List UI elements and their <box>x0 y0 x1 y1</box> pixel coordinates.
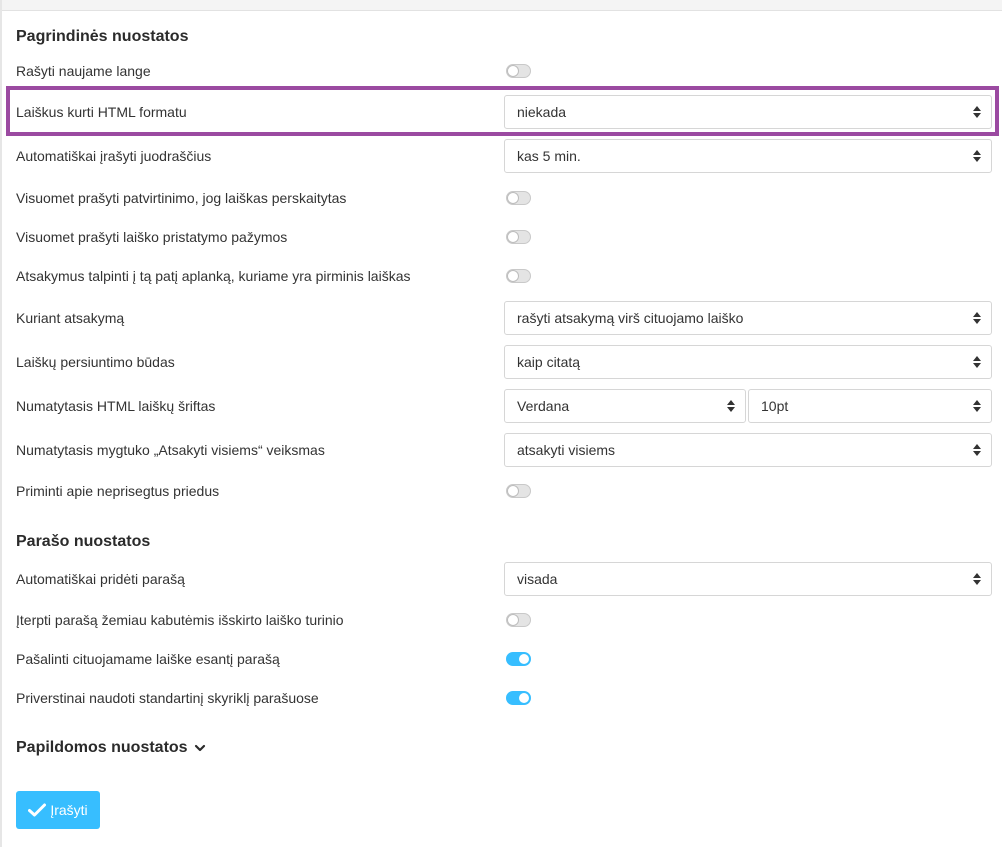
autosave-drafts-select[interactable]: kas 5 min. <box>504 139 992 173</box>
check-icon <box>28 803 47 817</box>
row-default-font: Numatytasis HTML laiškų šriftas Verdana … <box>16 389 992 423</box>
row-label: Kuriant atsakymą <box>16 310 125 326</box>
row-label: Pašalinti cituojamame laiške esantį para… <box>16 651 280 667</box>
row-attachment-reminder: Priminti apie neprisegtus priedus <box>16 474 992 508</box>
row-label: Automatiškai pridėti parašą <box>16 571 185 587</box>
toggle-knob <box>508 615 518 625</box>
html-format-select[interactable]: niekada <box>504 95 992 129</box>
section-title-signature: Parašo nuostatos <box>16 533 151 550</box>
row-label: Priminti apie neprisegtus priedus <box>16 483 220 499</box>
select-value: visada <box>517 571 558 587</box>
select-value: kaip citatą <box>517 354 581 370</box>
select-value: rašyti atsakymą virš cituojamo laiško <box>517 310 744 326</box>
font-size-select[interactable]: 10pt <box>748 389 992 423</box>
row-read-receipt: Visuomet prašyti patvirtinimo, jog laišk… <box>16 181 992 215</box>
select-value: kas 5 min. <box>517 148 581 164</box>
select-value: niekada <box>517 104 567 120</box>
read-receipt-toggle[interactable] <box>506 191 531 205</box>
row-autosave-drafts: Automatiškai įrašyti juodraščius kas 5 m… <box>16 139 992 173</box>
toggle-knob <box>508 486 518 496</box>
select-value: 10pt <box>761 398 789 414</box>
row-label: Numatytasis mygtuko „Atsakyti visiems“ v… <box>16 442 325 458</box>
top-bar <box>0 0 1002 11</box>
row-label: Visuomet prašyti patvirtinimo, jog laišk… <box>16 190 347 206</box>
toggle-knob <box>508 271 518 281</box>
toggle-knob <box>519 693 529 703</box>
chevron-down-icon <box>194 744 205 752</box>
row-auto-signature: Automatiškai pridėti parašą visada <box>16 562 992 596</box>
row-signature-below-quote: Įterpti parašą žemiau kabutėmis išskirto… <box>16 603 992 637</box>
sort-arrows-icon <box>973 312 981 324</box>
section-title-main: Pagrindinės nuostatos <box>16 28 189 45</box>
toggle-knob <box>508 232 518 242</box>
row-new-window: Rašyti naujame lange <box>16 54 992 88</box>
toggle-knob <box>519 654 529 664</box>
row-html-format: Laiškus kurti HTML formatu niekada <box>16 95 992 129</box>
toggle-knob <box>508 66 518 76</box>
sort-arrows-icon <box>973 444 981 456</box>
reply-same-folder-toggle[interactable] <box>506 269 531 283</box>
row-strip-quoted-signature: Pašalinti cituojamame laiške esantį para… <box>16 642 992 676</box>
font-family-select[interactable]: Verdana <box>504 389 746 423</box>
section-title-advanced: Papildomos nuostatos <box>16 739 188 756</box>
advanced-settings-toggle[interactable]: Papildomos nuostatos <box>16 739 206 757</box>
row-label: Priverstinai naudoti standartinį skyrikl… <box>16 690 319 706</box>
reply-all-select[interactable]: atsakyti visiems <box>504 433 992 467</box>
sort-arrows-icon <box>973 106 981 118</box>
row-reply-same-folder: Atsakymus talpinti į tą patį aplanką, ku… <box>16 259 992 293</box>
strip-quoted-signature-toggle[interactable] <box>506 652 531 666</box>
row-label: Atsakymus talpinti į tą patį aplanką, ku… <box>16 268 411 284</box>
select-value: Verdana <box>517 398 570 414</box>
row-label: Automatiškai įrašyti juodraščius <box>16 148 212 164</box>
row-label: Laiškų persiuntimo būdas <box>16 354 175 370</box>
select-value: atsakyti visiems <box>517 442 616 458</box>
forward-mode-select[interactable]: kaip citatą <box>504 345 992 379</box>
save-button-label: Įrašyti <box>50 802 88 818</box>
sort-arrows-icon <box>973 400 981 412</box>
row-label: Numatytasis HTML laiškų šriftas <box>16 398 216 414</box>
sort-arrows-icon <box>727 400 735 412</box>
row-delivery-notice: Visuomet prašyti laiško pristatymo pažym… <box>16 220 992 254</box>
row-standard-separator: Priverstinai naudoti standartinį skyrikl… <box>16 681 992 715</box>
row-reply-mode: Kuriant atsakymą rašyti atsakymą virš ci… <box>16 301 992 335</box>
save-button[interactable]: Įrašyti <box>16 791 100 829</box>
standard-separator-toggle[interactable] <box>506 691 531 705</box>
row-label: Rašyti naujame lange <box>16 63 151 79</box>
row-label: Laiškus kurti HTML formatu <box>16 104 187 120</box>
reply-mode-select[interactable]: rašyti atsakymą virš cituojamo laiško <box>504 301 992 335</box>
new-window-toggle[interactable] <box>506 64 531 78</box>
row-forward-mode: Laiškų persiuntimo būdas kaip citatą <box>16 345 992 379</box>
sort-arrows-icon <box>973 150 981 162</box>
sort-arrows-icon <box>973 573 981 585</box>
row-label: Visuomet prašyti laiško pristatymo pažym… <box>16 229 288 245</box>
sort-arrows-icon <box>973 356 981 368</box>
signature-below-quote-toggle[interactable] <box>506 613 531 627</box>
toggle-knob <box>508 193 518 203</box>
left-border <box>0 0 2 847</box>
row-label: Įterpti parašą žemiau kabutėmis išskirto… <box>16 612 344 628</box>
delivery-notice-toggle[interactable] <box>506 230 531 244</box>
auto-signature-select[interactable]: visada <box>504 562 992 596</box>
row-reply-all-default: Numatytasis mygtuko „Atsakyti visiems“ v… <box>16 433 992 467</box>
attachment-reminder-toggle[interactable] <box>506 484 531 498</box>
